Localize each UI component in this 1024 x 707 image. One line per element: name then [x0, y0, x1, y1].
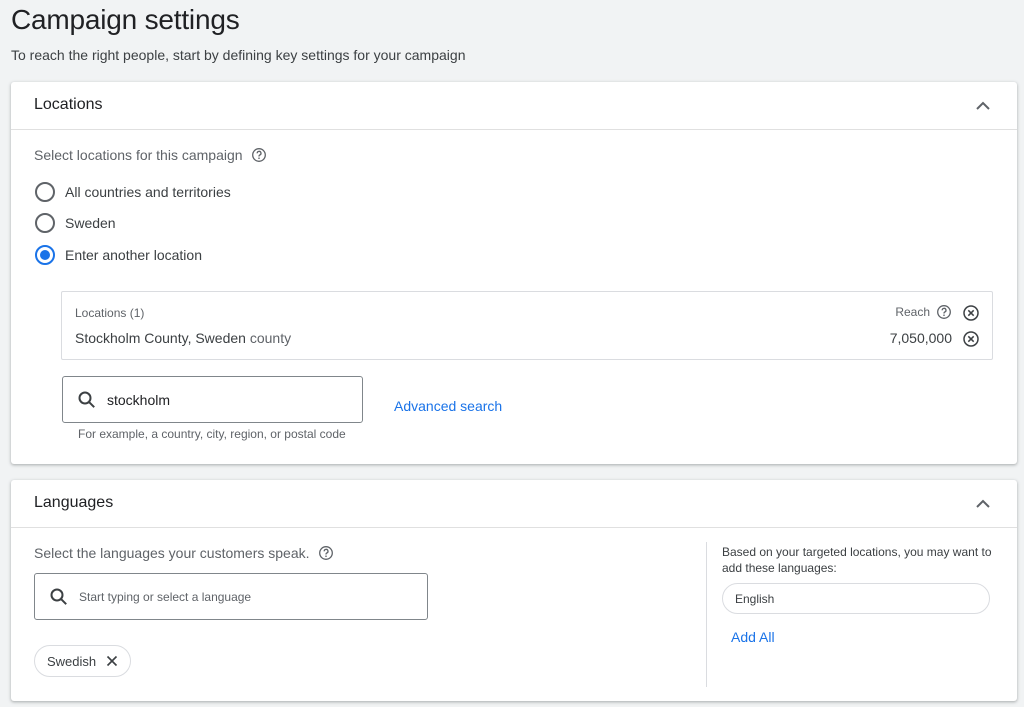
remove-all-locations-icon[interactable]: [962, 304, 980, 322]
radio-enter-another-location[interactable]: Enter another location: [35, 243, 202, 267]
language-suggestion-text: Based on your targeted locations, you ma…: [722, 545, 992, 575]
radio-label: Sweden: [65, 215, 116, 231]
search-icon: [49, 587, 69, 607]
page-title: Campaign settings: [11, 4, 240, 35]
languages-card: Languages Select the languages your cust…: [11, 480, 1017, 701]
languages-card-header[interactable]: Languages: [11, 480, 1017, 528]
campaign-settings-page: Campaign settings To reach the right peo…: [0, 0, 1024, 707]
location-search-input[interactable]: [107, 391, 347, 408]
location-search-box[interactable]: [62, 376, 363, 423]
radio-button[interactable]: [35, 182, 55, 202]
reach-label: Reach: [895, 305, 930, 319]
advanced-search-link[interactable]: Advanced search: [394, 398, 502, 414]
reach-header: Reach: [895, 304, 952, 320]
selected-language-chip: Swedish: [34, 645, 132, 677]
language-search-input[interactable]: [79, 589, 399, 604]
radio-sweden[interactable]: Sweden: [35, 211, 116, 235]
radio-button-checked[interactable]: [35, 245, 55, 265]
location-search-hint: For example, a country, city, region, or…: [78, 427, 346, 441]
vertical-divider: [706, 542, 707, 687]
locations-count-label: Locations (1): [75, 306, 145, 320]
location-reach: 7,050,000: [889, 330, 952, 346]
page-subtitle: To reach the right people, start by defi…: [11, 47, 466, 63]
radio-all-countries[interactable]: All countries and territories: [35, 180, 231, 204]
location-type: county: [249, 330, 292, 346]
location-name: Stockholm County, Sweden: [75, 330, 246, 346]
selected-locations-list: Locations (1) Reach Stockholm County, Sw…: [61, 291, 993, 360]
locations-select-label: Select locations for this campaign: [34, 147, 267, 163]
language-search-box[interactable]: [34, 573, 428, 620]
search-icon: [77, 390, 97, 410]
chip-label: Swedish: [47, 653, 97, 669]
locations-select-text: Select locations for this campaign: [34, 147, 243, 163]
remove-location-icon[interactable]: [962, 330, 980, 348]
close-icon[interactable]: [104, 653, 120, 669]
location-item-name: Stockholm County, Sweden county: [75, 330, 291, 346]
radio-label: Enter another location: [65, 247, 202, 263]
help-circle-icon[interactable]: [251, 147, 267, 163]
chevron-up-icon[interactable]: [971, 94, 995, 118]
chip-label: English: [735, 591, 775, 606]
radio-button[interactable]: [35, 213, 55, 233]
languages-select-text: Select the languages your customers spea…: [34, 545, 310, 561]
help-circle-icon[interactable]: [318, 545, 334, 561]
radio-label: All countries and territories: [65, 184, 231, 200]
suggested-language-chip[interactable]: English: [722, 583, 990, 614]
locations-card: Locations Select locations for this camp…: [11, 82, 1017, 464]
languages-title: Languages: [34, 494, 114, 511]
help-circle-icon[interactable]: [936, 304, 952, 320]
locations-card-header[interactable]: Locations: [11, 82, 1017, 130]
locations-title: Locations: [34, 96, 103, 113]
languages-select-label: Select the languages your customers spea…: [34, 545, 334, 561]
chevron-up-icon[interactable]: [971, 492, 995, 516]
add-all-languages-link[interactable]: Add All: [731, 629, 775, 645]
